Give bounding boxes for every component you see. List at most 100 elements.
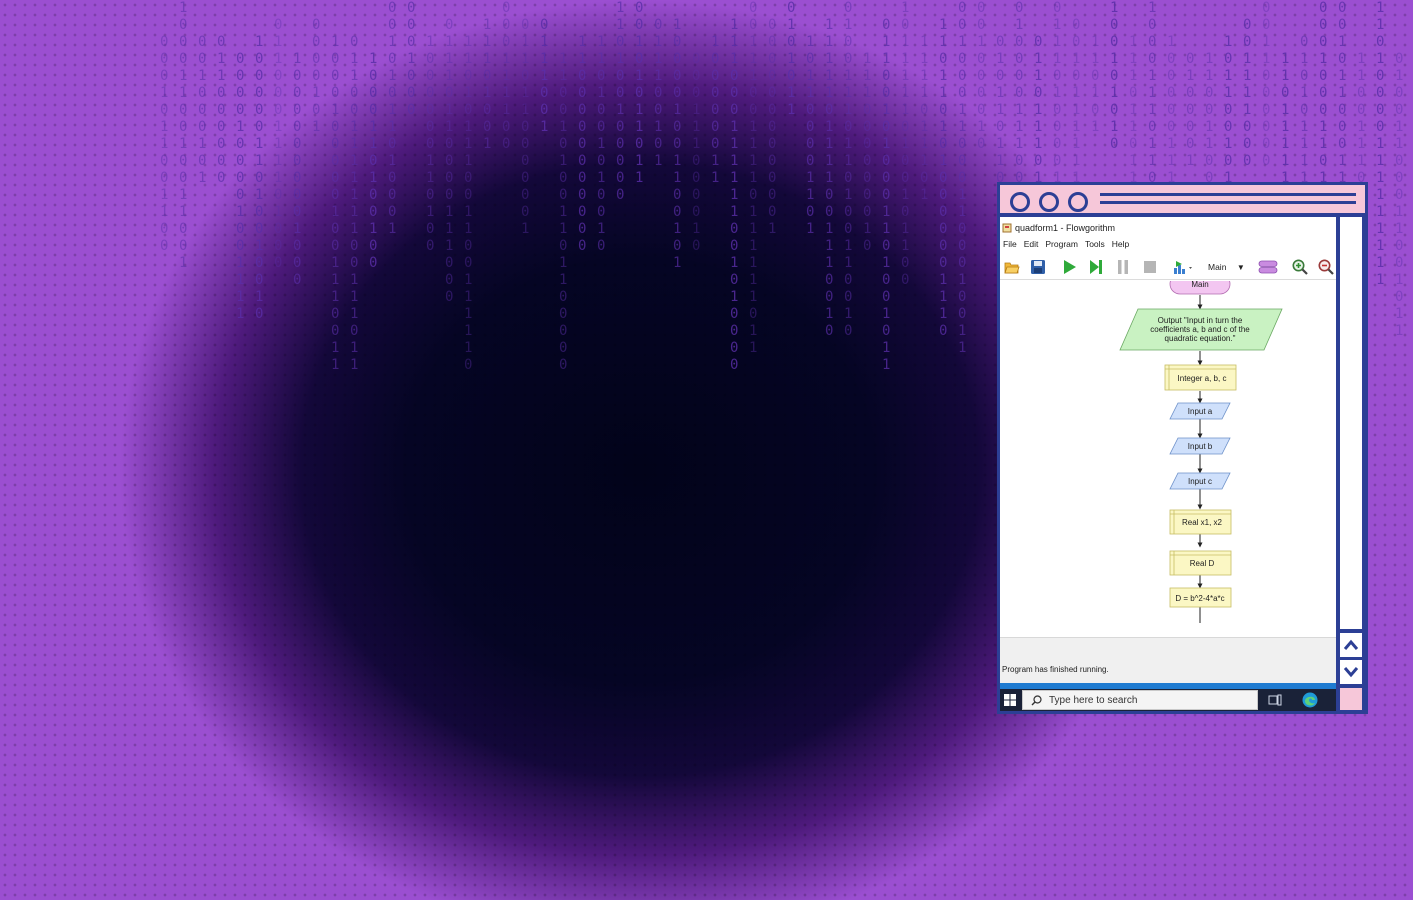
- step-icon[interactable]: [1088, 259, 1104, 275]
- binary-column: 1 1 1 1 1 0 1 1 1 1 0 0 1 1 1 0 0 1 0: [825, 17, 834, 339]
- taskbar-search[interactable]: Type here to search: [1022, 690, 1258, 710]
- menu-program[interactable]: Program: [1042, 239, 1082, 253]
- taskbar: Type here to search: [1000, 689, 1336, 711]
- flow-start-node[interactable]: Main: [1169, 281, 1231, 295]
- scroll-down-button[interactable]: [1340, 660, 1362, 684]
- open-folder-icon[interactable]: [1004, 259, 1020, 275]
- menu-edit[interactable]: Edit: [1021, 239, 1043, 253]
- binary-column: 0 1 0 1 0 1 1: [787, 0, 796, 118]
- binary-column: 0 0 0 1 1 1 0 0 0 0 1 0: [692, 51, 701, 254]
- window-titlebar[interactable]: [1000, 185, 1365, 215]
- binary-column: 1 1 0 1 0 0 1 0 1 0 0 1 0: [597, 34, 606, 254]
- flow-input-a-label: Input a: [1188, 407, 1213, 416]
- binary-column: 1 1 0 1 1 1 1 1: [1281, 51, 1290, 186]
- shape-icon[interactable]: [1258, 259, 1278, 275]
- run-icon[interactable]: [1061, 259, 1077, 275]
- flowchart-canvas[interactable]: Main Output "Input in turn the coefficie…: [1000, 281, 1336, 637]
- flowgorithm-app-icon: [1002, 223, 1012, 233]
- task-view-icon[interactable]: [1268, 694, 1282, 706]
- binary-column: 0 1 0 1 0 1 1 1 1: [1300, 34, 1309, 186]
- flow-declare-node[interactable]: Real x1, x2: [1169, 509, 1232, 535]
- flow-start-label: Main: [1191, 281, 1208, 289]
- flow-input-b-label: Input b: [1188, 442, 1213, 451]
- menu-file[interactable]: File: [1000, 239, 1021, 253]
- binary-column: 0 1 1 1 0 1 0 0 0 0 1 1: [1053, 0, 1062, 203]
- binary-column: 1 0 0 0 0 0 0 1 1: [711, 34, 720, 186]
- binary-column: 1 0 1 1 1 1 1 0 1 0 0 1 0 1 1 0 0: [901, 0, 910, 288]
- chevron-down-icon: [1343, 667, 1359, 678]
- binary-column: 1 1 1 0 1 0 0 1: [483, 17, 492, 152]
- zoom-out-icon[interactable]: [1318, 259, 1334, 275]
- binary-column: 0 1 0 0 1 1 1 0 1 1 0 1 0 0 1 1 0 0 1 0: [844, 0, 853, 339]
- window-content: quadform1 - Flowgorithm File Edit Progra…: [1000, 217, 1336, 689]
- window-scrollbar: [1340, 217, 1362, 714]
- status-text: Program has finished running.: [1002, 665, 1109, 674]
- binary-column: 1 0 0 1 0 1 0 1 0: [1110, 0, 1119, 152]
- flow-input-node[interactable]: Input c: [1169, 472, 1231, 490]
- window-button-circle[interactable]: [1010, 192, 1030, 212]
- binary-column: 1 0 0 0 1 1 0 1 0 0 1 0 0: [369, 51, 378, 271]
- binary-column: 0 0 1 0 1 0 1 1 0 1 0 0 0 1: [388, 0, 397, 237]
- binary-column: 0 1 1 1 0 0 1 0 1: [654, 17, 663, 169]
- binary-column: 0 1 1 0 0 0 0 0 0: [217, 34, 226, 186]
- binary-column: 0 0 0 0 1 0 1: [312, 17, 321, 135]
- menu-bar: File Edit Program Tools Help: [1000, 239, 1133, 253]
- retro-window: quadform1 - Flowgorithm File Edit Progra…: [997, 182, 1368, 714]
- binary-column: 1 1 0 1 0 0 1 0 0 0 0 0: [616, 0, 625, 203]
- pause-icon[interactable]: [1115, 259, 1131, 275]
- binary-column: 1 1 1 1 0 1 1 1 0 1: [920, 34, 929, 203]
- stop-icon[interactable]: [1142, 259, 1158, 275]
- binary-column: 1 1 0 1 0 1 1 1 0 0 1 1 0 0 1 1 1 1 1 0: [464, 34, 473, 373]
- window-button-circle[interactable]: [1039, 192, 1059, 212]
- menu-tools[interactable]: Tools: [1082, 239, 1109, 253]
- binary-column: 0 1 0 0 0 0 1: [1186, 51, 1195, 169]
- binary-column: 0 0 1 0 0 0 1 1 0 0 0 1 1 0 0 0 1 0 0 1 …: [958, 0, 967, 356]
- edge-icon[interactable]: [1302, 692, 1318, 708]
- binary-column: 0 0 0 0 1 0 0 0 0 1 0 0 1 1 1 1: [236, 51, 245, 322]
- binary-column: 1 1 0 1 0 1: [1091, 34, 1100, 135]
- zoom-in-icon[interactable]: [1292, 259, 1308, 275]
- flow-input-node[interactable]: Input b: [1169, 437, 1231, 455]
- binary-column: 1 0 1 1 0 0 0 0 1 1 0 1: [806, 34, 815, 237]
- binary-column: 1 1 0 0 1 0 1 0 0 1 1 0 1 1 0 0 0 0 0: [559, 51, 568, 373]
- chevron-up-icon: [1343, 639, 1359, 650]
- binary-column: 0 1 1 0 0 1 0 1 0 0 0 1 1 0 1 0 0 1 0 1 …: [882, 17, 891, 373]
- flow-input-node[interactable]: Input a: [1169, 402, 1231, 420]
- binary-column: 1 0 0 0 0 0 0 1 1 0 1 0 0: [426, 34, 435, 254]
- windows-start-icon[interactable]: [1004, 694, 1016, 706]
- binary-column: 0 0 1 1 0 0 0 0 0 0: [1262, 0, 1271, 169]
- binary-column: 1 1 0 1 1 0 1 0 1 0 0 0 0 0 0 1 1 1 0: [939, 17, 948, 339]
- binary-column: 0 0 0 0 0 0 0 0 0 0 0 0 1: [768, 17, 777, 237]
- binary-column: 0 0 1 0 0 0 1 0 1: [198, 34, 207, 186]
- flow-declare-node[interactable]: Real D: [1169, 550, 1232, 576]
- binary-column: 0 1 1 1 0 1 1 0 0 0 0 1 1 1 0 0 0: [445, 17, 454, 305]
- binary-column: 0 0 1 0 0 0 0 1 0: [977, 0, 986, 152]
- binary-column: 0 0 1 1 1 0 0 1 1 1 1 0 1 1 1 1 1 1 0 1 …: [749, 0, 758, 356]
- binary-column: 0 1 1 1 0 0 1: [540, 17, 549, 135]
- chevron-down-icon: ▼: [1236, 263, 1245, 272]
- flow-declare-int-label: Integer a, b, c: [1178, 374, 1227, 383]
- flow-input-c-label: Input c: [1188, 477, 1212, 486]
- scroll-track[interactable]: [1340, 217, 1362, 631]
- status-panel: Program has finished running.: [1000, 637, 1336, 689]
- flow-output-line-1: Output "Input in turn the: [1158, 316, 1243, 325]
- search-placeholder: Type here to search: [1049, 695, 1138, 706]
- flow-declare-node[interactable]: Integer a, b, c: [1164, 364, 1237, 391]
- save-icon[interactable]: [1030, 259, 1046, 275]
- flow-assign-node[interactable]: D = b^2-4*a*c: [1169, 587, 1232, 608]
- app-title-text: quadform1 - Flowgorithm: [1015, 223, 1116, 233]
- binary-column: 0 0 1 0 1 0 1 1 0 1 1: [635, 0, 644, 186]
- chart-icon[interactable]: [1173, 259, 1195, 275]
- toolbar: Main ▼: [1000, 255, 1336, 280]
- flow-output-node[interactable]: Output "Input in turn the coefficients a…: [1119, 308, 1283, 351]
- binary-column: 0 0 0 1 0 0 0: [407, 0, 416, 118]
- flow-declare-real-x-label: Real x1, x2: [1182, 518, 1223, 527]
- function-select[interactable]: Main ▼: [1208, 262, 1245, 272]
- scroll-up-button[interactable]: [1340, 633, 1362, 657]
- menu-help[interactable]: Help: [1109, 239, 1133, 253]
- titlebar-line: [1100, 193, 1356, 196]
- binary-column: 0 1 1 0 0 1 1 1 1 1 1 1 0 0 1 1 1 0 1 1: [350, 34, 359, 373]
- window-button-circle[interactable]: [1068, 192, 1088, 212]
- binary-column: 1 0 0 0 0 0 1 1 0 1 0 0 1 0 0 1 0: [255, 34, 264, 322]
- function-select-value: Main: [1208, 262, 1227, 272]
